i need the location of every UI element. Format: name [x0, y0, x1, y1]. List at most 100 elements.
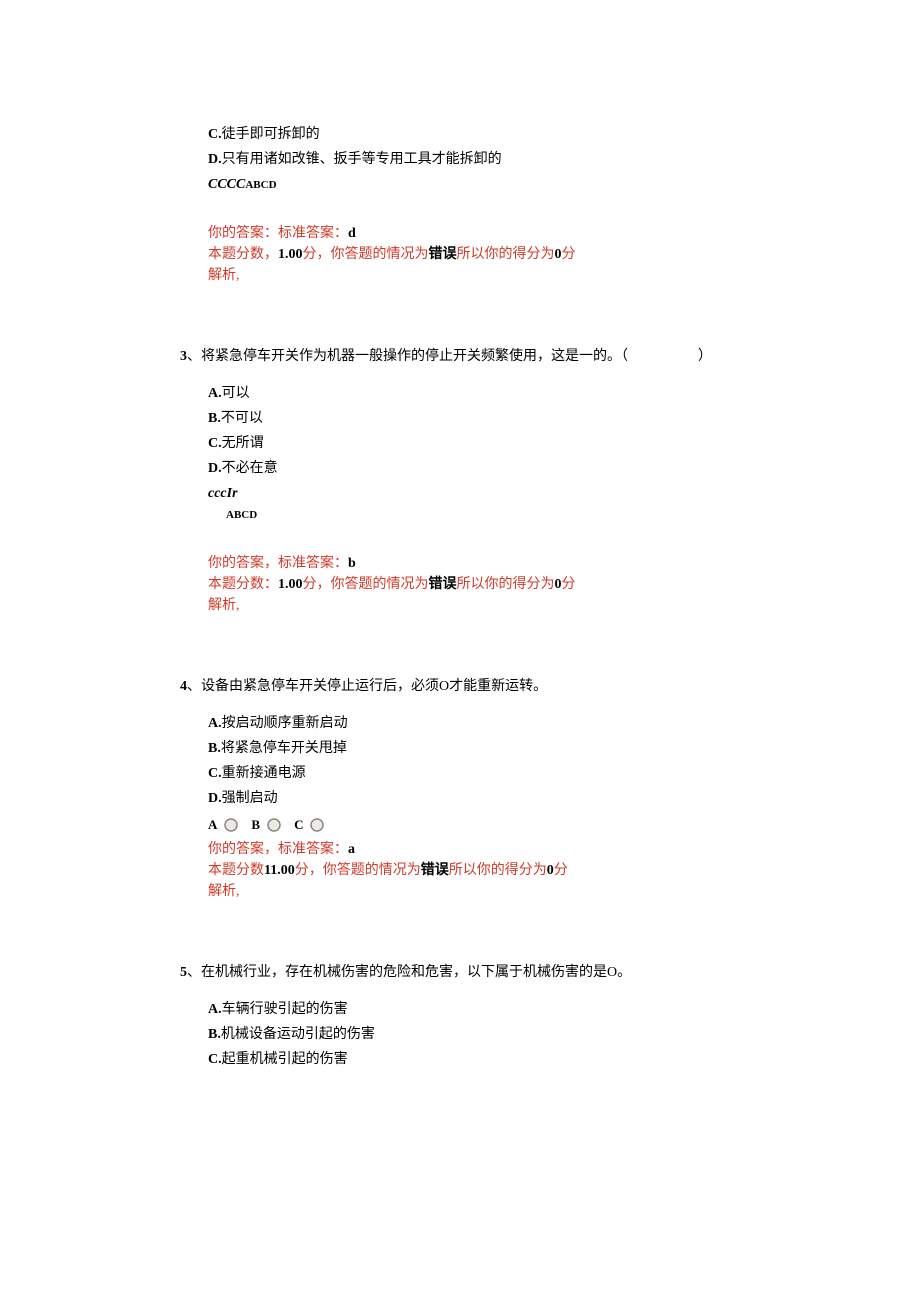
q5-option-a: A.车辆行驶引起的伤害 [208, 999, 740, 1020]
option-letter: C. [208, 1052, 222, 1067]
answer-line: 你的答案，标准答案：a [208, 839, 740, 860]
score-line: 本题分数：1.00分，你答题的情况为错误所以你的得分为0分 [208, 574, 740, 595]
got-unit: 分 [562, 247, 576, 262]
score-line: 本题分数，1.00分，你答题的情况为错误所以你的得分为0分 [208, 244, 740, 265]
q2-option-c: C.徒手即可拆卸的 [208, 124, 740, 145]
std-answer-label: 标准答案： [278, 556, 348, 571]
option-letter: C. [208, 127, 222, 142]
option-text: 可以 [222, 386, 250, 401]
option-text: 将紧急停车开关甩掉 [221, 741, 347, 756]
analysis-label: 解析, [208, 265, 740, 286]
option-letter: B. [208, 741, 221, 756]
radio-icon[interactable] [266, 817, 282, 833]
score-prefix: 本题分数， [208, 247, 278, 262]
score-unit: 分 [295, 863, 309, 878]
q4-radio-row: A B C [208, 815, 740, 835]
q4-option-c: C.重新接通电源 [208, 763, 740, 784]
score-prefix: 本题分数： [208, 577, 278, 592]
status-suffix: 所以你的得分为 [457, 577, 555, 592]
radio-label-a: A [208, 815, 217, 835]
label-left: cccIr [208, 486, 238, 501]
option-text: 起重机械引起的伤害 [222, 1052, 348, 1067]
status-prefix: ，你答题的情况为 [317, 247, 429, 262]
question-text: 将紧急停车开关作为机器一般操作的停止开关频繁使用，这是一的。（ [201, 349, 628, 364]
answer-line: 你的答案，标准答案：b [208, 553, 740, 574]
status-wrong: 错误 [429, 247, 457, 262]
option-letter: D. [208, 152, 222, 167]
question-sep: 、 [187, 679, 201, 694]
std-answer-label: 标准答案： [278, 226, 348, 241]
option-text: 不可以 [221, 411, 263, 426]
got-score: 0 [555, 577, 562, 592]
std-answer: d [348, 226, 356, 241]
std-answer: a [348, 842, 355, 857]
option-letter: A. [208, 386, 222, 401]
option-letter: A. [208, 1002, 222, 1017]
option-text: 重新接通电源 [222, 766, 306, 781]
option-letter: B. [208, 411, 221, 426]
score-prefix: 本题分数 [208, 863, 264, 878]
got-unit: 分 [562, 577, 576, 592]
your-answer-label: 你的答案， [208, 556, 278, 571]
question-end: ） [698, 349, 712, 364]
q4-option-b: B.将紧急停车开关甩掉 [208, 738, 740, 759]
analysis-label: 解析, [208, 881, 740, 902]
option-text: 无所谓 [222, 436, 264, 451]
answer-line: 你的答案：标准答案：d [208, 223, 740, 244]
option-text: 按启动顺序重新启动 [222, 716, 348, 731]
status-prefix: ，你答题的情况为 [309, 863, 421, 878]
option-text: 车辆行驶引起的伤害 [222, 1002, 348, 1017]
question-sep: 、 [187, 349, 201, 364]
label-left: CCCC [208, 177, 245, 192]
option-letter: D. [208, 791, 222, 806]
got-score: 0 [547, 863, 554, 878]
got-unit: 分 [554, 863, 568, 878]
score-value: 11.00 [264, 863, 295, 878]
question-text: 在机械行业，存在机械伤害的危险和危害，以下属于机械伤害的是O。 [201, 965, 631, 980]
option-letter: C. [208, 436, 222, 451]
q4-answer-block: 你的答案，标准答案：a 本题分数11.00分，你答题的情况为错误所以你的得分为0… [208, 839, 740, 902]
option-letter: C. [208, 766, 222, 781]
question-number: 4 [180, 679, 187, 694]
radio-label-c: C [294, 815, 303, 835]
question-sep: 、 [187, 965, 201, 980]
radio-icon[interactable] [309, 817, 325, 833]
score-unit: 分 [303, 577, 317, 592]
status-wrong: 错误 [421, 863, 449, 878]
option-text: 不必在意 [222, 461, 278, 476]
radio-icon[interactable] [223, 817, 239, 833]
score-unit: 分 [303, 247, 317, 262]
radio-label-b: B [251, 815, 260, 835]
status-suffix: 所以你的得分为 [457, 247, 555, 262]
q4-option-d: D.强制启动 [208, 788, 740, 809]
q2-label-row: CCCCABCD [208, 174, 277, 195]
q2-answer-block: 你的答案：标准答案：d 本题分数，1.00分，你答题的情况为错误所以你的得分为0… [208, 223, 740, 286]
status-suffix: 所以你的得分为 [449, 863, 547, 878]
q3-option-d: D.不必在意 [208, 458, 740, 479]
question-number: 3 [180, 349, 187, 364]
question-text: 设备由紧急停车开关停止运行后，必须O才能重新运转。 [201, 679, 547, 694]
status-wrong: 错误 [429, 577, 457, 592]
q3-option-a: A.可以 [208, 383, 740, 404]
q5-stem: 5、在机械行业，存在机械伤害的危险和危害，以下属于机械伤害的是O。 [180, 962, 740, 983]
label-right: ABCD [245, 179, 276, 191]
got-score: 0 [555, 247, 562, 262]
q4-option-a: A.按启动顺序重新启动 [208, 713, 740, 734]
option-text: 只有用诸如改锥、扳手等专用工具才能拆卸的 [222, 152, 502, 167]
q5-option-c: C.起重机械引起的伤害 [208, 1049, 740, 1070]
score-value: 1.00 [278, 247, 303, 262]
q5-option-b: B.机械设备运动引起的伤害 [208, 1024, 740, 1045]
score-line: 本题分数11.00分，你答题的情况为错误所以你的得分为0分 [208, 860, 740, 881]
option-letter: D. [208, 461, 222, 476]
your-answer-label: 你的答案： [208, 226, 278, 241]
analysis-label: 解析, [208, 595, 740, 616]
option-text: 徒手即可拆卸的 [222, 127, 320, 142]
status-prefix: ，你答题的情况为 [317, 577, 429, 592]
q2-option-d: D.只有用诸如改锥、扳手等专用工具才能拆卸的 [208, 149, 740, 170]
label-right: ABCD [226, 509, 257, 521]
option-text: 机械设备运动引起的伤害 [221, 1027, 375, 1042]
q3-option-b: B.不可以 [208, 408, 740, 429]
option-text: 强制启动 [222, 791, 278, 806]
option-letter: A. [208, 716, 222, 731]
question-number: 5 [180, 965, 187, 980]
